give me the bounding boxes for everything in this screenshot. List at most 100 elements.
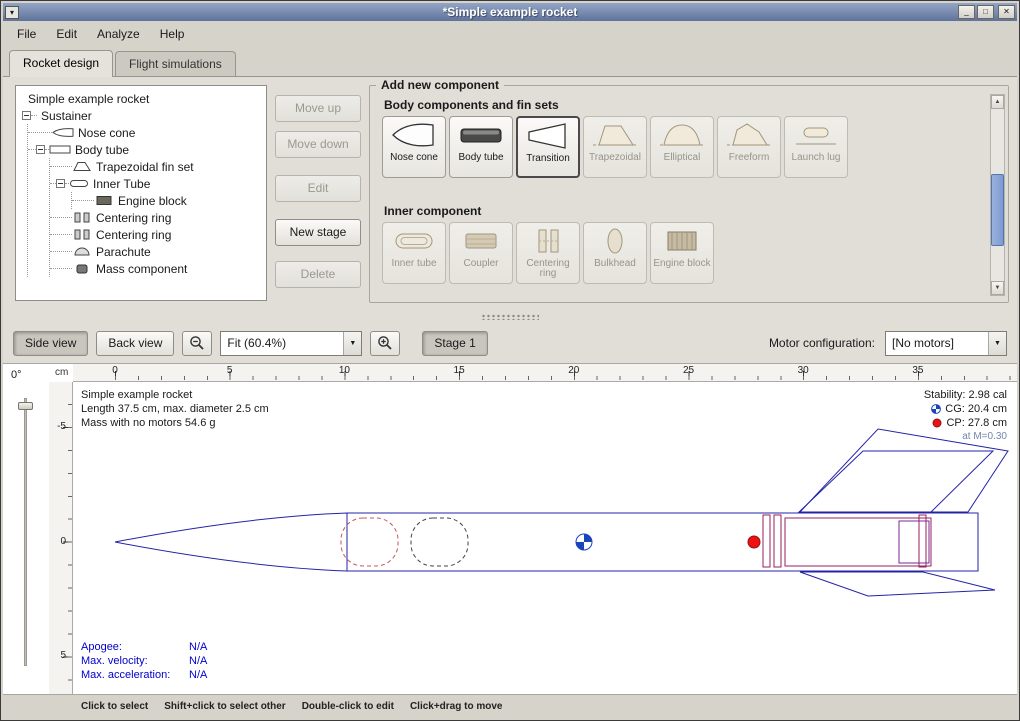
collapse-icon[interactable] xyxy=(36,145,45,154)
rocket-canvas[interactable]: Simple example rocket Length 37.5 cm, ma… xyxy=(73,382,1017,694)
scrollbar-track[interactable] xyxy=(991,109,1004,281)
tree-connector xyxy=(50,268,72,269)
window-controls: _ □ ✕ xyxy=(958,5,1017,19)
back-view-button[interactable]: Back view xyxy=(96,331,174,356)
add-trapezoidal-fin-button[interactable]: Trapezoidal xyxy=(583,116,647,178)
add-bulkhead-button[interactable]: Bulkhead xyxy=(583,222,647,284)
add-elliptical-fin-button[interactable]: Elliptical xyxy=(650,116,714,178)
vertical-ruler: -5 0 5 xyxy=(49,382,73,694)
move-up-button[interactable]: Move up xyxy=(275,95,361,122)
nose-cone-icon xyxy=(390,117,438,153)
menu-file[interactable]: File xyxy=(7,23,46,45)
dropdown-arrow-icon[interactable]: ▼ xyxy=(343,332,361,355)
component-button-label: Coupler xyxy=(461,259,500,272)
nose-cone-outline xyxy=(115,513,347,571)
transition-icon xyxy=(524,118,572,154)
add-nose-cone-button[interactable]: Nose cone xyxy=(382,116,446,178)
ruler-label: 5 xyxy=(60,650,66,661)
tree-connector xyxy=(50,217,72,218)
minimize-icon: _ xyxy=(964,7,968,16)
tree-item-centering-ring-1[interactable]: Centering ring xyxy=(50,209,264,226)
inner-tube-icon xyxy=(390,223,438,259)
engine-block-icon xyxy=(94,195,114,206)
component-scrollbar[interactable]: ▲ ▼ xyxy=(990,94,1005,296)
scroll-up-icon: ▲ xyxy=(995,99,1001,105)
tree-item-label: Body tube xyxy=(71,143,129,157)
scroll-down-button[interactable]: ▼ xyxy=(991,281,1004,295)
ruler-label: -5 xyxy=(57,421,66,432)
add-engine-block-button[interactable]: Engine block xyxy=(650,222,714,284)
menu-analyze[interactable]: Analyze xyxy=(87,23,150,45)
side-view-button[interactable]: Side view xyxy=(13,331,88,356)
stage-1-button[interactable]: Stage 1 xyxy=(422,331,487,356)
inner-tube-icon xyxy=(69,178,89,189)
move-down-button[interactable]: Move down xyxy=(275,131,361,158)
scrollbar-thumb[interactable] xyxy=(991,174,1004,246)
add-launch-lug-button[interactable]: Launch lug xyxy=(784,116,848,178)
trapezoidal-fin-icon xyxy=(591,117,639,153)
tree-item-sustainer[interactable]: Sustainer xyxy=(18,107,264,124)
tab-rocket-design[interactable]: Rocket design xyxy=(9,50,113,77)
add-inner-tube-button[interactable]: Inner tube xyxy=(382,222,446,284)
titlebar[interactable]: ▾ *Simple example rocket _ □ ✕ xyxy=(3,3,1017,21)
zoom-in-button[interactable] xyxy=(370,331,400,356)
tree-item-centering-ring-2[interactable]: Centering ring xyxy=(50,226,264,243)
add-transition-button[interactable]: Transition xyxy=(516,116,580,178)
tree-connector xyxy=(50,166,72,167)
group-title: Add new component xyxy=(376,78,504,92)
centering-ring-icon xyxy=(72,229,92,240)
add-centering-ring-button[interactable]: Centering ring xyxy=(516,222,580,284)
rotation-slider-handle[interactable] xyxy=(18,402,33,410)
minimize-button[interactable]: _ xyxy=(958,5,975,19)
tree-item-rocket[interactable]: Simple example rocket xyxy=(18,90,264,107)
ruler-label: 0 xyxy=(112,365,118,376)
tree-connector xyxy=(72,200,94,201)
tree-item-label: Sustainer xyxy=(37,109,92,123)
tree-item-label: Nose cone xyxy=(74,126,135,140)
maximize-button[interactable]: □ xyxy=(977,5,994,19)
collapse-icon[interactable] xyxy=(22,111,31,120)
motor-configuration-select[interactable]: [No motors] ▼ xyxy=(885,331,1007,356)
dropdown-arrow-icon[interactable]: ▼ xyxy=(988,332,1006,355)
component-button-label: Engine block xyxy=(651,259,712,272)
zoom-out-button[interactable] xyxy=(182,331,212,356)
parachute-icon xyxy=(72,246,92,257)
component-button-label: Trapezoidal xyxy=(587,153,643,166)
coupler-icon xyxy=(457,223,505,259)
tree-item-fin-set[interactable]: Trapezoidal fin set xyxy=(50,158,264,175)
add-freeform-fin-button[interactable]: Freeform xyxy=(717,116,781,178)
tab-flight-simulations[interactable]: Flight simulations xyxy=(115,51,236,76)
new-stage-button[interactable]: New stage xyxy=(275,219,361,246)
hint-double-click: Double-click to edit xyxy=(302,701,394,712)
zoom-select[interactable]: Fit (60.4%) ▼ xyxy=(220,331,362,356)
panel-splitter[interactable] xyxy=(3,311,1017,323)
app-icon[interactable]: ▾ xyxy=(5,6,19,19)
tree-item-label: Parachute xyxy=(92,245,151,259)
rotation-slider-track[interactable] xyxy=(24,398,27,666)
scroll-up-button[interactable]: ▲ xyxy=(991,95,1004,109)
tree-item-parachute[interactable]: Parachute xyxy=(50,243,264,260)
delete-button[interactable]: Delete xyxy=(275,261,361,288)
dropdown-arrow-glyph: ▼ xyxy=(994,340,1001,347)
inner-component-buttons: Inner tube Coupler Centering ring Bulkhe… xyxy=(382,222,714,284)
close-button[interactable]: ✕ xyxy=(998,5,1015,19)
maximize-icon: □ xyxy=(983,7,988,16)
collapse-icon[interactable] xyxy=(56,179,65,188)
tree-item-nose-cone[interactable]: Nose cone xyxy=(28,124,264,141)
inner-component-label: Inner component xyxy=(384,204,481,218)
centering-ring-icon xyxy=(72,212,92,223)
edit-button[interactable]: Edit xyxy=(275,175,361,202)
tree-item-body-tube[interactable]: Body tube xyxy=(28,141,264,158)
menu-help[interactable]: Help xyxy=(150,23,195,45)
tree-item-mass-component[interactable]: Mass component xyxy=(50,260,264,277)
scroll-down-icon: ▼ xyxy=(995,285,1001,291)
menu-edit[interactable]: Edit xyxy=(46,23,87,45)
component-tree: Simple example rocket Sustainer Nose con… xyxy=(15,85,267,301)
add-coupler-button[interactable]: Coupler xyxy=(449,222,513,284)
component-button-label: Body tube xyxy=(456,153,505,166)
max-velocity-label: Max. velocity: xyxy=(81,654,189,668)
tree-item-engine-block[interactable]: Engine block xyxy=(72,192,264,209)
zoom-in-icon xyxy=(377,335,393,351)
add-body-tube-button[interactable]: Body tube xyxy=(449,116,513,178)
tree-item-inner-tube[interactable]: Inner Tube xyxy=(50,175,264,192)
